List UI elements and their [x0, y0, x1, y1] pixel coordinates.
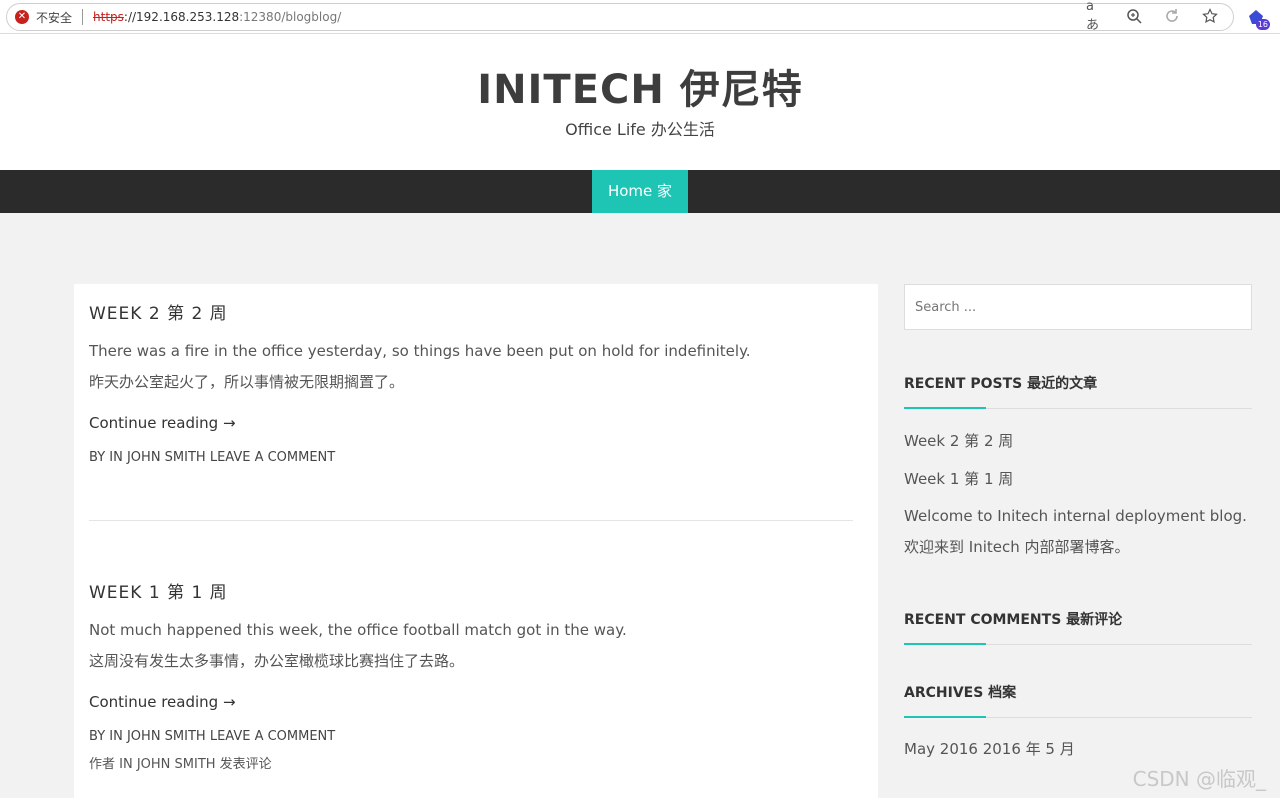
post-list: WEEK 2 第 2 周 There was a fire in the off…: [74, 284, 878, 798]
post-divider: [89, 520, 853, 521]
main-area: WEEK 2 第 2 周 There was a fire in the off…: [0, 213, 1280, 798]
not-secure-label[interactable]: 不安全: [36, 9, 72, 26]
post-meta[interactable]: BY IN JOHN SMITH LEAVE A COMMENT: [89, 450, 853, 466]
post-meta[interactable]: BY IN JOHN SMITH LEAVE A COMMENT: [89, 729, 853, 745]
widget-underline: [904, 407, 1252, 409]
not-secure-icon[interactable]: ✕: [15, 10, 29, 24]
url-host: ://192.168.253.128: [123, 10, 240, 24]
continue-reading-link[interactable]: Continue reading →: [89, 413, 236, 433]
recent-post-link[interactable]: Week 1 第 1 周: [904, 464, 1252, 495]
post-excerpt: Not much happened this week, the office …: [89, 615, 853, 677]
widget-underline: [904, 643, 1252, 645]
url-text[interactable]: https://192.168.253.128:12380/blogblog/: [93, 10, 341, 24]
watermark-text: CSDN @临观_: [1132, 767, 1266, 791]
recent-comments-widget: RECENT COMMENTS 最新评论: [904, 610, 1252, 645]
extension-icon[interactable]: 16: [1246, 7, 1270, 30]
archives-widget: ARCHIVES 档案 May 2016 2016 年 5 月: [904, 683, 1252, 765]
site-header: INITECH 伊尼特 Office Life 办公生活: [0, 34, 1280, 170]
post-title[interactable]: WEEK 2 第 2 周: [89, 302, 853, 326]
continue-reading-link[interactable]: Continue reading →: [89, 692, 236, 712]
widget-title: RECENT COMMENTS 最新评论: [904, 612, 1123, 628]
post-excerpt-en: There was a fire in the office yesterday…: [89, 342, 751, 360]
post-meta-cn[interactable]: 作者 IN JOHN SMITH 发表评论: [89, 757, 853, 773]
zoom-icon[interactable]: [1124, 7, 1144, 25]
recent-post-link[interactable]: Welcome to Initech internal deployment b…: [904, 501, 1252, 532]
search-input[interactable]: [904, 284, 1252, 330]
widget-title: ARCHIVES 档案: [904, 685, 1017, 701]
post-excerpt-cn: 昨天办公室起火了，所以事情被无限期搁置了。: [89, 373, 405, 391]
post-excerpt-en: Not much happened this week, the office …: [89, 621, 627, 639]
nav-item-home[interactable]: Home 家: [591, 170, 689, 213]
address-separator: [82, 9, 84, 25]
address-bar[interactable]: ✕ 不安全 https://192.168.253.128:12380/blog…: [6, 3, 1234, 31]
extension-badge: 16: [1255, 19, 1270, 30]
site-tagline: Office Life 办公生活: [565, 120, 715, 139]
url-scheme: https: [93, 10, 124, 24]
post-excerpt: There was a fire in the office yesterday…: [89, 336, 853, 398]
widget-underline: [904, 716, 1252, 718]
post-excerpt-cn: 这周没有发生太多事情，办公室橄榄球比赛挡住了去路。: [89, 652, 465, 670]
widget-title: RECENT POSTS 最近的文章: [904, 376, 1098, 392]
post-item: WEEK 1 第 1 周 Not much happened this week…: [89, 581, 853, 773]
address-bar-actions: aあ: [1086, 0, 1220, 33]
translate-icon[interactable]: aあ: [1086, 0, 1106, 33]
post-title[interactable]: WEEK 1 第 1 周: [89, 581, 853, 605]
refresh-icon[interactable]: [1162, 7, 1182, 25]
recent-posts-widget: RECENT POSTS 最近的文章 Week 2 第 2 周 Week 1 第…: [904, 374, 1252, 563]
recent-post-link-cn[interactable]: 欢迎来到 Initech 内部部署博客。: [904, 532, 1252, 563]
archive-link[interactable]: May 2016 2016 年 5 月: [904, 734, 1252, 765]
recent-post-link[interactable]: Week 2 第 2 周: [904, 426, 1252, 457]
main-navigation: Home 家: [0, 170, 1280, 213]
browser-toolbar: ✕ 不安全 https://192.168.253.128:12380/blog…: [0, 0, 1280, 34]
site-title[interactable]: INITECH 伊尼特: [0, 68, 1280, 112]
url-path: :12380/blogblog/: [239, 10, 342, 24]
sidebar: RECENT POSTS 最近的文章 Week 2 第 2 周 Week 1 第…: [904, 284, 1252, 765]
favorite-star-icon[interactable]: [1200, 7, 1220, 25]
post-item: WEEK 2 第 2 周 There was a fire in the off…: [89, 302, 853, 466]
